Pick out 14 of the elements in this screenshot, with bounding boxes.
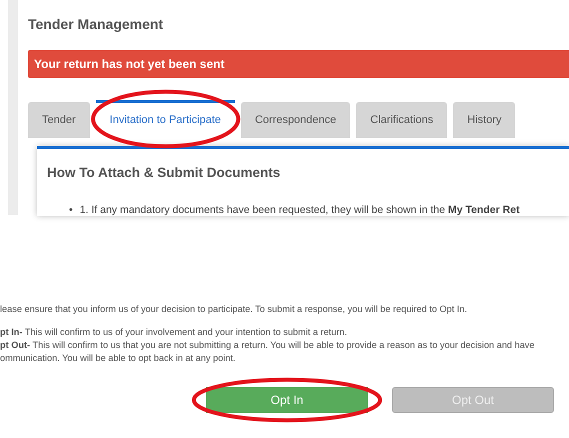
alert-banner: Your return has not yet been sent: [28, 50, 569, 78]
bullet-marker: •: [69, 203, 73, 218]
instruction-text: pt Out- This will confirm to us that you are not submitting a return. You will be able to provide a reason as to your decision and have: [0, 339, 536, 352]
tab[interactable]: Clarifications: [356, 102, 448, 138]
opt-in-button[interactable]: Opt In: [206, 387, 368, 413]
tab[interactable]: Tender: [28, 102, 90, 138]
panel-heading: How To Attach & Submit Documents: [47, 164, 282, 182]
instruction-item: 1. If any mandatory documents have been requested, they will be shown in the My Tender Ret: [80, 203, 520, 218]
tab[interactable]: History: [453, 102, 516, 138]
instruction-text: ommunication. You will be able to opt back in at any point.: [0, 352, 236, 365]
tab[interactable]: Correspondence: [240, 102, 350, 138]
instruction-text: pt In- This will confirm to us of your involvement and your intention to submit a return.: [0, 326, 348, 339]
instruction-text: lease ensure that you inform us of your decision to participate. To submit a response, you will be required to Opt In.: [0, 303, 468, 316]
page-title: Tender Management: [28, 15, 164, 34]
